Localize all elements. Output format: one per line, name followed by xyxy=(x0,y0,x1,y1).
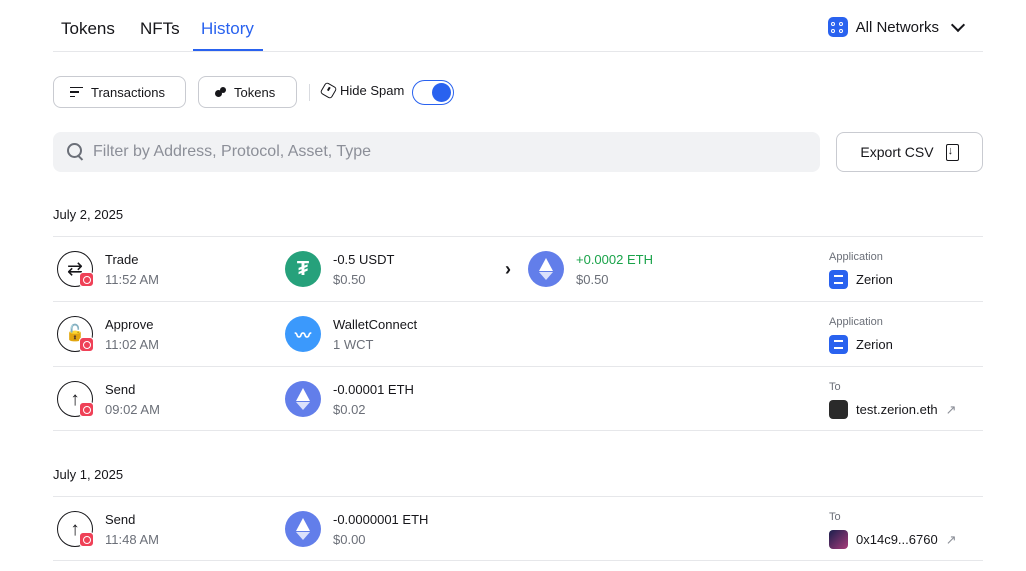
action-title: Send xyxy=(105,512,136,527)
tokens-filter-label: Tokens xyxy=(234,84,276,100)
tab-bar: Tokens NFTs History All Networks xyxy=(53,0,983,52)
transaction-row[interactable]: ⇄ Trade 11:52 AM ₮ -0.5 USDT $0.50 › +0.… xyxy=(53,236,983,301)
transaction-row[interactable]: ↑ Send 11:48 AM -0.0000001 ETH $0.00 To … xyxy=(53,496,983,561)
meta-value[interactable]: Zerion xyxy=(829,335,893,354)
filter-divider xyxy=(309,84,310,101)
walletconnect-icon: 〰 xyxy=(285,316,321,352)
tab-nfts[interactable]: NFTs xyxy=(140,19,180,39)
transactions-filter-label: Transactions xyxy=(91,84,165,100)
filter-lines-icon xyxy=(70,86,83,98)
amount-out: WalletConnect xyxy=(333,317,418,332)
hide-spam-toggle[interactable] xyxy=(412,80,454,105)
action-time: 09:02 AM xyxy=(105,402,160,417)
value-out: $0.50 xyxy=(333,272,366,287)
export-csv-button[interactable]: Export CSV xyxy=(836,132,983,172)
meta-value-text: Zerion xyxy=(856,337,893,352)
action-title: Trade xyxy=(105,252,139,267)
export-csv-label: Export CSV xyxy=(860,144,934,160)
hide-spam: Hide Spam xyxy=(319,81,405,100)
zerion-logo-icon xyxy=(829,335,848,354)
amount-out: -0.0000001 ETH xyxy=(333,512,429,527)
usdt-icon: ₮ xyxy=(285,251,321,287)
amount-out: -0.00001 ETH xyxy=(333,382,414,397)
external-link-icon: ↗ xyxy=(945,401,957,417)
meta-label: To xyxy=(829,381,841,393)
meta-value[interactable]: 0x14c9...6760 ↗ xyxy=(829,530,957,549)
search-bar xyxy=(53,132,820,172)
date-heading: July 1, 2025 xyxy=(53,467,124,482)
network-grid-icon xyxy=(827,17,848,37)
network-selector[interactable]: All Networks xyxy=(827,17,966,37)
shield-hex-icon xyxy=(319,81,338,100)
value-out: $0.02 xyxy=(333,402,366,417)
meta-value-text: 0x14c9...6760 xyxy=(856,532,938,547)
chain-badge-icon xyxy=(79,337,94,352)
hide-spam-label: Hide Spam xyxy=(340,83,405,98)
action-title: Approve xyxy=(105,317,154,332)
chain-badge-icon xyxy=(79,402,94,417)
value-out: $0.00 xyxy=(333,532,366,547)
search-input[interactable] xyxy=(93,143,793,161)
transaction-row[interactable]: 🔓 Approve 11:02 AM 〰 WalletConnect 1 WCT… xyxy=(53,301,983,366)
transaction-row[interactable]: ↑ Send 09:02 AM -0.00001 ETH $0.02 To te… xyxy=(53,366,983,431)
external-link-icon: ↗ xyxy=(945,531,957,547)
tokens-filter-button[interactable]: Tokens xyxy=(198,76,297,108)
action-time: 11:02 AM xyxy=(105,337,159,352)
amount-out: -0.5 USDT xyxy=(333,252,395,267)
action-time: 11:52 AM xyxy=(105,272,159,287)
tab-history[interactable]: History xyxy=(201,19,254,39)
meta-value[interactable]: test.zerion.eth ↗ xyxy=(829,400,957,419)
active-tab-indicator xyxy=(193,49,263,51)
tab-tokens[interactable]: Tokens xyxy=(61,19,115,39)
meta-value[interactable]: Zerion xyxy=(829,270,893,289)
token-coins-icon xyxy=(215,87,226,97)
avatar xyxy=(829,530,848,549)
zerion-logo-icon xyxy=(829,270,848,289)
search-icon xyxy=(67,143,85,161)
file-download-icon xyxy=(945,143,959,161)
value-in: $0.50 xyxy=(576,272,609,287)
meta-value-text: test.zerion.eth xyxy=(856,402,938,417)
meta-label: To xyxy=(829,511,841,523)
avatar xyxy=(829,400,848,419)
value-out: 1 WCT xyxy=(333,337,374,352)
eth-icon xyxy=(285,511,321,547)
chevron-right-icon: › xyxy=(505,259,511,279)
action-title: Send xyxy=(105,382,136,397)
meta-label: Application xyxy=(829,316,883,328)
chain-badge-icon xyxy=(79,532,94,547)
amount-in: +0.0002 ETH xyxy=(576,252,653,267)
chain-badge-icon xyxy=(79,272,94,287)
meta-label: Application xyxy=(829,251,883,263)
network-selector-label: All Networks xyxy=(855,18,939,36)
action-time: 11:48 AM xyxy=(105,532,159,547)
chevron-down-icon xyxy=(950,17,966,32)
date-heading: July 2, 2025 xyxy=(53,207,124,222)
eth-icon xyxy=(285,381,321,417)
meta-value-text: Zerion xyxy=(856,272,893,287)
transactions-filter-button[interactable]: Transactions xyxy=(53,76,186,108)
eth-icon xyxy=(528,251,564,287)
